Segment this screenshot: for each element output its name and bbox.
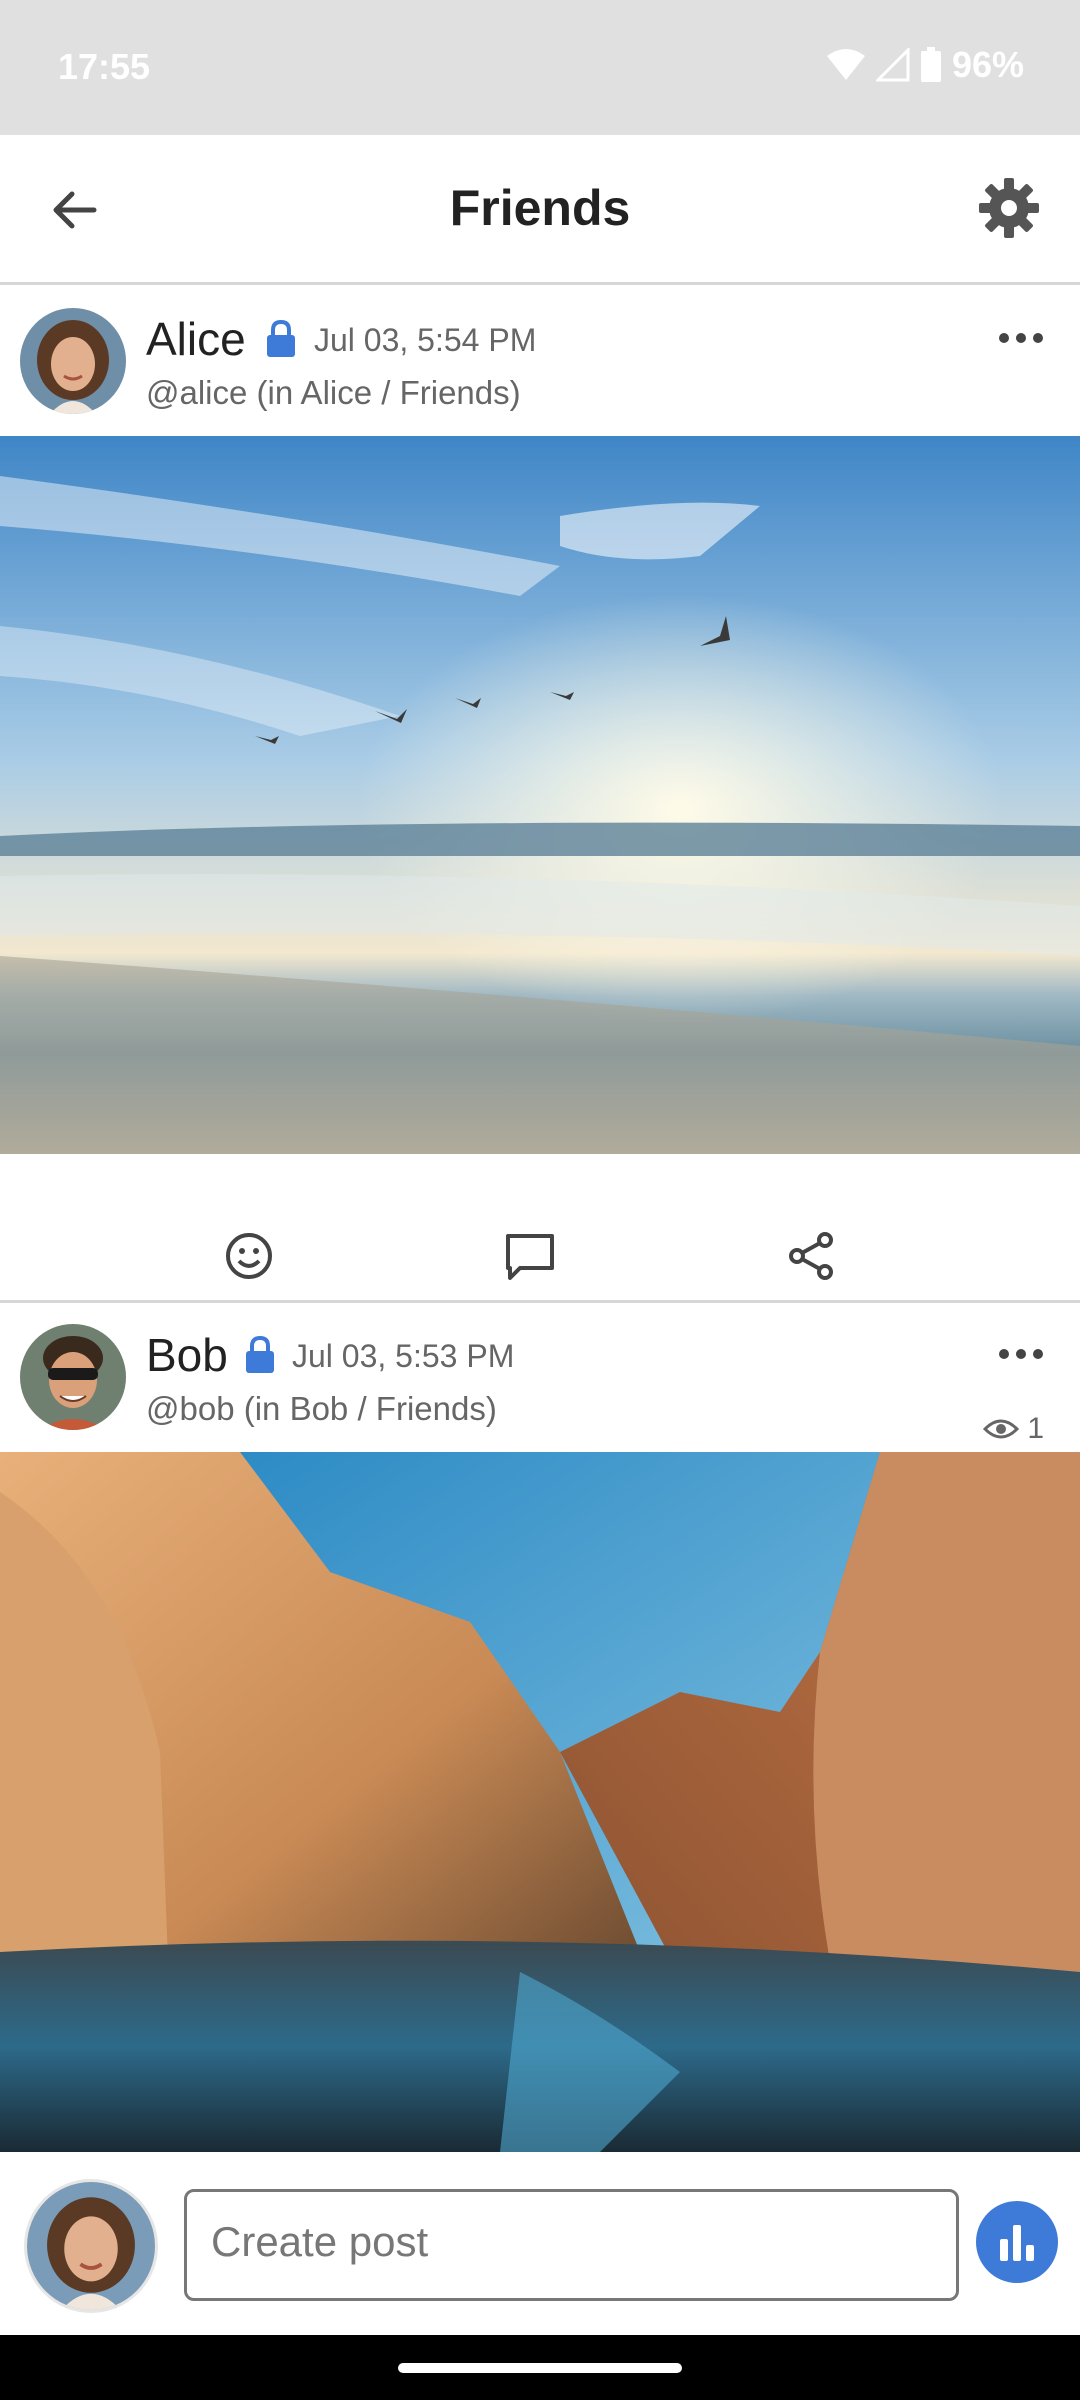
post-photo[interactable] <box>0 436 1080 1154</box>
system-nav-bar <box>0 2335 1080 2400</box>
more-options-icon[interactable] <box>996 330 1046 346</box>
lock-icon <box>267 319 295 357</box>
comment-icon[interactable] <box>500 1226 560 1286</box>
post-photo[interactable] <box>0 1452 1080 2152</box>
post-divider <box>0 1300 1080 1303</box>
bar-chart-icon <box>1000 2225 1034 2261</box>
screen: 17:55 96% Friends Alice Jul 03, 5:54 PM … <box>0 0 1080 2400</box>
home-gesture-handle[interactable] <box>398 2363 682 2373</box>
post-header: Bob Jul 03, 5:53 PM @bob (in Bob / Frien… <box>0 1304 1080 1452</box>
more-options-icon[interactable] <box>996 1346 1046 1362</box>
status-bar: 17:55 96% <box>0 0 1080 135</box>
avatar[interactable] <box>20 1324 126 1430</box>
page-title: Friends <box>449 180 631 236</box>
post-date: Jul 03, 5:53 PM <box>292 1338 515 1374</box>
author-name[interactable]: Alice <box>146 312 246 366</box>
gear-icon[interactable] <box>976 175 1042 241</box>
lock-icon <box>246 1335 274 1373</box>
wifi-icon <box>826 49 865 80</box>
app-bar: Friends <box>0 135 1080 285</box>
create-post-input[interactable]: Create post <box>184 2189 959 2301</box>
post-actions <box>0 1214 1080 1300</box>
post-date: Jul 03, 5:54 PM <box>314 322 537 358</box>
battery-icon <box>920 47 941 82</box>
avatar[interactable] <box>20 308 126 414</box>
status-icons: 96% <box>826 44 1024 86</box>
author-handle: @alice (in Alice / Friends) <box>146 374 521 411</box>
status-time: 17:55 <box>58 46 151 87</box>
composer-bar: Create post <box>0 2153 1080 2335</box>
reaction-icon[interactable] <box>219 1226 279 1286</box>
post-header: Alice Jul 03, 5:54 PM @alice (in Alice /… <box>0 288 1080 436</box>
battery-percent: 96% <box>951 44 1024 85</box>
author-name[interactable]: Bob <box>146 1328 228 1382</box>
avatar[interactable] <box>24 2179 158 2313</box>
signal-icon <box>875 48 910 82</box>
post-bob: Bob Jul 03, 5:53 PM @bob (in Bob / Frien… <box>0 1304 1080 2152</box>
share-icon[interactable] <box>781 1226 841 1286</box>
post-alice: Alice Jul 03, 5:54 PM @alice (in Alice /… <box>0 288 1080 1445</box>
poll-button[interactable] <box>976 2201 1058 2283</box>
author-handle: @bob (in Bob / Friends) <box>146 1390 497 1427</box>
